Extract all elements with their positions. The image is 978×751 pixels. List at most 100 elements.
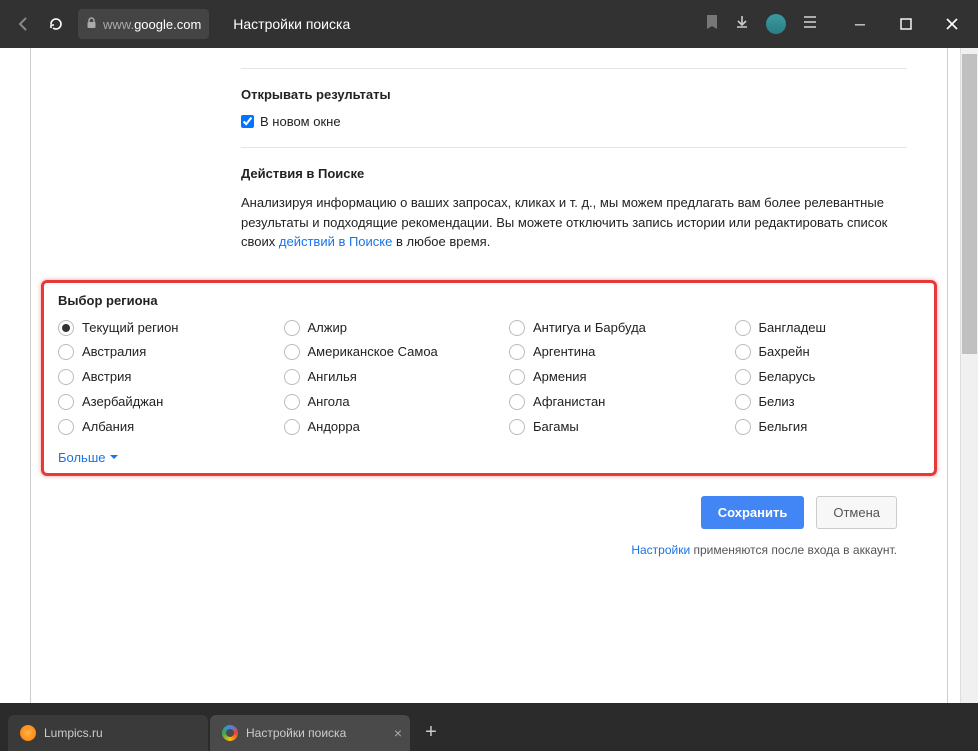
region-label: Американское Самоа bbox=[308, 344, 438, 361]
radio-icon bbox=[509, 419, 525, 435]
page-title: Настройки поиска bbox=[233, 16, 350, 32]
reload-button[interactable] bbox=[40, 8, 72, 40]
radio-icon bbox=[509, 320, 525, 336]
region-label: Ангилья bbox=[308, 369, 357, 386]
page-viewport: Открывать результаты В новом окне Действ… bbox=[0, 48, 978, 703]
region-radio[interactable]: Американское Самоа bbox=[284, 344, 470, 361]
radio-icon bbox=[58, 369, 74, 385]
avatar[interactable] bbox=[766, 14, 786, 34]
new-tab-button[interactable]: + bbox=[416, 717, 446, 747]
region-label: Белиз bbox=[759, 394, 795, 411]
search-activity-link[interactable]: действий в Поиске bbox=[279, 234, 393, 249]
tab-favicon bbox=[20, 725, 36, 741]
radio-icon bbox=[509, 369, 525, 385]
region-label: Багамы bbox=[533, 419, 579, 436]
region-radio[interactable]: Бахрейн bbox=[735, 344, 921, 361]
region-label: Бангладеш bbox=[759, 320, 826, 337]
footer-settings-link[interactable]: Настройки bbox=[631, 543, 690, 557]
radio-icon bbox=[58, 419, 74, 435]
lock-icon bbox=[86, 17, 97, 32]
radio-icon bbox=[735, 419, 751, 435]
region-label: Ангола bbox=[308, 394, 350, 411]
open-results-heading: Открывать результаты bbox=[241, 87, 907, 102]
radio-icon bbox=[58, 394, 74, 410]
region-radio[interactable]: Австралия bbox=[58, 344, 244, 361]
radio-icon bbox=[284, 394, 300, 410]
region-radio[interactable]: Ангилья bbox=[284, 369, 470, 386]
region-radio[interactable]: Аргентина bbox=[509, 344, 695, 361]
region-radio[interactable]: Багамы bbox=[509, 419, 695, 436]
back-button[interactable] bbox=[8, 8, 40, 40]
url-text: www.google.com bbox=[103, 17, 201, 32]
region-radio[interactable]: Бельгия bbox=[735, 419, 921, 436]
region-radio[interactable]: Белиз bbox=[735, 394, 921, 411]
tab-close-icon[interactable]: × bbox=[394, 725, 402, 741]
browser-titlebar: www.google.com Настройки поиска ─ bbox=[0, 0, 978, 48]
save-button[interactable]: Сохранить bbox=[701, 496, 805, 529]
region-radio[interactable]: Текущий регион bbox=[58, 320, 244, 337]
region-label: Антигуа и Барбуда bbox=[533, 320, 646, 337]
region-label: Аргентина bbox=[533, 344, 595, 361]
region-label: Австрия bbox=[82, 369, 131, 386]
region-label: Бельгия bbox=[759, 419, 808, 436]
search-actions-heading: Действия в Поиске bbox=[241, 166, 907, 181]
new-window-checkbox-input[interactable] bbox=[241, 115, 254, 128]
region-selection-box: Выбор региона Текущий регион Австралия Авс… bbox=[41, 280, 937, 476]
downloads-icon[interactable] bbox=[734, 14, 750, 35]
region-heading: Выбор региона bbox=[58, 293, 920, 308]
search-actions-section: Действия в Поиске Анализируя информацию … bbox=[241, 147, 907, 270]
region-radio[interactable]: Андорра bbox=[284, 419, 470, 436]
radio-icon bbox=[284, 344, 300, 360]
minimize-button[interactable]: ─ bbox=[842, 6, 878, 42]
region-radio[interactable]: Афганистан bbox=[509, 394, 695, 411]
action-buttons: Сохранить Отмена bbox=[31, 476, 947, 529]
region-label: Текущий регион bbox=[82, 320, 178, 337]
region-radio[interactable]: Бангладеш bbox=[735, 320, 921, 337]
radio-icon bbox=[284, 369, 300, 385]
address-bar[interactable]: www.google.com bbox=[78, 9, 209, 39]
region-label: Беларусь bbox=[759, 369, 816, 386]
region-label: Армения bbox=[533, 369, 587, 386]
new-window-checkbox[interactable]: В новом окне bbox=[241, 114, 907, 129]
region-radio[interactable]: Австрия bbox=[58, 369, 244, 386]
menu-icon[interactable] bbox=[802, 15, 818, 34]
region-radio[interactable]: Антигуа и Барбуда bbox=[509, 320, 695, 337]
radio-icon bbox=[58, 320, 74, 336]
tab-label: Настройки поиска bbox=[246, 726, 346, 740]
radio-icon bbox=[509, 394, 525, 410]
region-label: Азербайджан bbox=[82, 394, 163, 411]
region-radio[interactable]: Ангола bbox=[284, 394, 470, 411]
search-actions-body: Анализируя информацию о ваших запросах, … bbox=[241, 193, 907, 252]
region-radio[interactable]: Алжир bbox=[284, 320, 470, 337]
region-label: Албания bbox=[82, 419, 134, 436]
tab-favicon bbox=[222, 725, 238, 741]
region-label: Афганистан bbox=[533, 394, 605, 411]
region-label: Алжир bbox=[308, 320, 347, 337]
maximize-button[interactable] bbox=[888, 6, 924, 42]
radio-icon bbox=[735, 369, 751, 385]
radio-icon bbox=[284, 320, 300, 336]
tab-google-settings[interactable]: Настройки поиска × bbox=[210, 715, 410, 751]
radio-icon bbox=[284, 419, 300, 435]
region-label: Андорра bbox=[308, 419, 360, 436]
bookmark-icon[interactable] bbox=[706, 14, 718, 35]
region-label: Бахрейн bbox=[759, 344, 810, 361]
region-radio[interactable]: Албания bbox=[58, 419, 244, 436]
scrollbar[interactable] bbox=[960, 48, 978, 703]
tab-label: Lumpics.ru bbox=[44, 726, 103, 740]
more-regions-link[interactable]: Больше bbox=[58, 450, 920, 465]
radio-icon bbox=[735, 394, 751, 410]
browser-tabbar: Lumpics.ru Настройки поиска × + bbox=[0, 703, 978, 751]
radio-icon bbox=[735, 344, 751, 360]
region-radio[interactable]: Азербайджан bbox=[58, 394, 244, 411]
tab-lumpics[interactable]: Lumpics.ru bbox=[8, 715, 208, 751]
region-radio[interactable]: Армения bbox=[509, 369, 695, 386]
scrollbar-thumb[interactable] bbox=[962, 54, 977, 354]
cancel-button[interactable]: Отмена bbox=[816, 496, 897, 529]
close-button[interactable] bbox=[934, 6, 970, 42]
radio-icon bbox=[735, 320, 751, 336]
open-results-section: Открывать результаты В новом окне bbox=[241, 68, 907, 147]
region-label: Австралия bbox=[82, 344, 146, 361]
region-radio[interactable]: Беларусь bbox=[735, 369, 921, 386]
footer-note: Настройки применяются после входа в акка… bbox=[31, 529, 947, 557]
